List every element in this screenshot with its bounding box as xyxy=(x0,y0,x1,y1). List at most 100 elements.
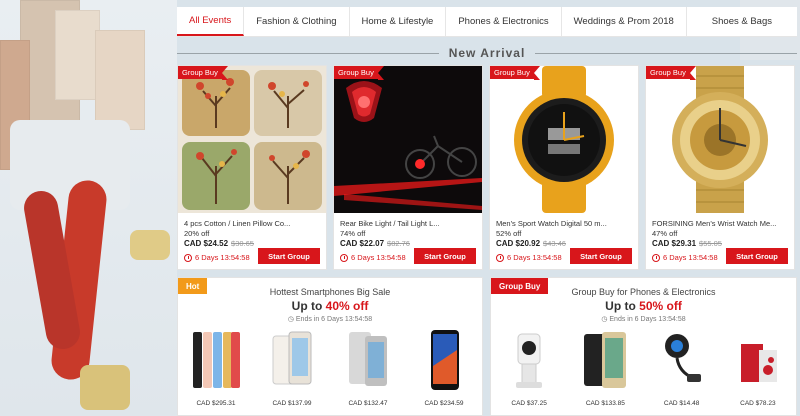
product-image-phone-silver[interactable] xyxy=(343,326,393,394)
product-image-phone-colors[interactable] xyxy=(191,326,241,394)
promo-item[interactable]: CAD $132.47 xyxy=(338,326,398,416)
product-discount: 20% off xyxy=(184,229,210,238)
product-price-row: CAD $22.07 $82.76 xyxy=(340,239,410,248)
clock-icon: ◷ xyxy=(601,316,608,323)
product-name[interactable]: 4 pcs Cotton / Linen Pillow Co... xyxy=(184,219,322,228)
promo-headline: Up to 50% off xyxy=(491,299,796,313)
tab-shoes-bags[interactable]: Shoes & Bags xyxy=(687,7,797,36)
promo-title[interactable]: Group Buy for Phones & Electronics xyxy=(491,287,796,297)
section-header: New Arrival xyxy=(177,44,797,62)
headline-discount: 40% off xyxy=(325,299,369,313)
product-original-price: $55.05 xyxy=(699,239,722,248)
start-group-button[interactable]: Start Group xyxy=(726,248,788,264)
product-price: CAD $20.92 xyxy=(496,239,541,248)
group-buy-badge: Group Buy xyxy=(334,66,384,80)
product-name[interactable]: Men's Sport Watch Digital 50 m... xyxy=(496,219,634,228)
product-card[interactable]: Group Buy FORSINING Men's Wrist Watch Me… xyxy=(645,65,795,270)
divider xyxy=(535,52,797,54)
product-card[interactable]: Group Buy Men's Sport Watch Digital 50 m… xyxy=(489,65,639,270)
tab-weddings-prom[interactable]: Weddings & Prom 2018 xyxy=(562,7,687,36)
headline-prefix: Up to xyxy=(605,299,640,313)
product-price-row: CAD $24.52 $30.65 xyxy=(184,239,254,248)
promo-item[interactable]: CAD $37.25 xyxy=(499,326,559,416)
clock-icon: ◷ xyxy=(287,316,294,323)
promo-item[interactable]: CAD $14.48 xyxy=(652,326,712,416)
promo-item-price: CAD $78.23 xyxy=(740,400,776,407)
promo-item-price: CAD $295.31 xyxy=(196,400,236,407)
product-name[interactable]: Rear Bike Light / Tail Light L... xyxy=(340,219,478,228)
product-discount: 47% off xyxy=(652,229,678,238)
countdown-timer: 6 Days 13:54:58 xyxy=(496,253,562,262)
promo-item[interactable]: CAD $295.31 xyxy=(186,326,246,416)
promo-ends: ◷ Ends in 6 Days 13:54:58 xyxy=(491,315,796,323)
promo-ends: ◷ Ends in 6 Days 13:54:58 xyxy=(178,315,482,323)
product-discount: 74% off xyxy=(340,229,366,238)
main-content: All Events Fashion & Clothing Home & Lif… xyxy=(177,0,800,416)
product-discount: 52% off xyxy=(496,229,522,238)
countdown-timer: 6 Days 13:54:58 xyxy=(184,253,250,262)
clock-icon xyxy=(340,253,348,262)
product-price: CAD $24.52 xyxy=(184,239,229,248)
countdown-timer: 6 Days 13:54:58 xyxy=(340,253,406,262)
promo-group-buy-electronics[interactable]: Group Buy Group Buy for Phones & Electro… xyxy=(490,277,797,416)
promo-items: CAD $37.25 CAD $133.85 CAD $14.48 CAD $7… xyxy=(491,326,796,416)
clock-icon xyxy=(652,253,660,262)
tab-fashion-clothing[interactable]: Fashion & Clothing xyxy=(244,7,350,36)
countdown-text: 6 Days 13:54:58 xyxy=(351,253,406,262)
group-buy-badge: Group Buy xyxy=(490,66,540,80)
product-price-row: CAD $29.31 $55.05 xyxy=(652,239,722,248)
product-image-phone-white[interactable] xyxy=(267,326,317,394)
product-image-phone-black[interactable] xyxy=(419,326,469,394)
product-original-price: $30.65 xyxy=(231,239,254,248)
promo-item[interactable]: CAD $234.59 xyxy=(414,326,474,416)
promo-item[interactable]: CAD $137.99 xyxy=(262,326,322,416)
start-group-button[interactable]: Start Group xyxy=(258,248,320,264)
promo-item-price: CAD $132.47 xyxy=(348,400,388,407)
headline-prefix: Up to xyxy=(291,299,326,313)
section-title: New Arrival xyxy=(448,46,526,60)
clock-icon xyxy=(184,253,192,262)
tab-phones-electronics[interactable]: Phones & Electronics xyxy=(446,7,562,36)
tab-all-events[interactable]: All Events xyxy=(177,7,245,36)
promo-item-price: CAD $137.99 xyxy=(272,400,312,407)
promo-item[interactable]: CAD $78.23 xyxy=(728,326,788,416)
start-group-button[interactable]: Start Group xyxy=(570,248,632,264)
divider xyxy=(177,52,439,54)
product-price-row: CAD $20.92 $43.46 xyxy=(496,239,566,248)
start-group-button[interactable]: Start Group xyxy=(414,248,476,264)
product-original-price: $82.76 xyxy=(387,239,410,248)
countdown-text: 6 Days 13:54:58 xyxy=(195,253,250,262)
product-image-gold-watch[interactable] xyxy=(646,66,794,213)
promo-item[interactable]: CAD $133.85 xyxy=(575,326,635,416)
promo-item-price: CAD $37.25 xyxy=(511,400,547,407)
product-image-pillow-covers[interactable] xyxy=(178,66,326,213)
headline-discount: 50% off xyxy=(639,299,682,313)
product-image-phone-gold[interactable] xyxy=(580,326,630,394)
product-image-gift-box[interactable] xyxy=(733,326,783,394)
product-image-security-camera[interactable] xyxy=(504,326,554,394)
promo-title[interactable]: Hottest Smartphones Big Sale xyxy=(178,287,482,297)
group-buy-badge: Group Buy xyxy=(178,66,228,80)
promo-item-price: CAD $234.59 xyxy=(424,400,464,407)
product-card[interactable]: Group Buy Rear Bike Light / Tail Light L… xyxy=(333,65,483,270)
product-card[interactable]: Group Buy 4 pcs Cotton / Linen Pillow Co… xyxy=(177,65,327,270)
category-tabs: All Events Fashion & Clothing Home & Lif… xyxy=(177,7,797,37)
countdown-text: 6 Days 13:54:58 xyxy=(507,253,562,262)
promo-headline: Up to 40% off xyxy=(178,299,482,313)
promo-smartphones[interactable]: Hot Hottest Smartphones Big Sale Up to 4… xyxy=(177,277,483,416)
promo-ends-text: Ends in 6 Days 13:54:58 xyxy=(295,316,373,323)
countdown-timer: 6 Days 13:54:58 xyxy=(652,253,718,262)
product-image-bike-light[interactable] xyxy=(334,66,482,213)
tab-home-lifestyle[interactable]: Home & Lifestyle xyxy=(350,7,447,36)
background-shopping-image xyxy=(0,0,177,416)
product-original-price: $43.46 xyxy=(543,239,566,248)
product-price: CAD $22.07 xyxy=(340,239,385,248)
promo-items: CAD $295.31 CAD $137.99 CAD $132.47 CAD … xyxy=(178,326,482,416)
product-grid: Group Buy 4 pcs Cotton / Linen Pillow Co… xyxy=(177,65,797,270)
product-price: CAD $29.31 xyxy=(652,239,697,248)
promo-item-price: CAD $133.85 xyxy=(585,400,625,407)
product-image-sport-watch[interactable] xyxy=(490,66,638,213)
product-image-car-charger[interactable] xyxy=(657,326,707,394)
product-name[interactable]: FORSINING Men's Wrist Watch Me... xyxy=(652,219,790,228)
promo-ends-text: Ends in 6 Days 13:54:58 xyxy=(609,316,686,323)
